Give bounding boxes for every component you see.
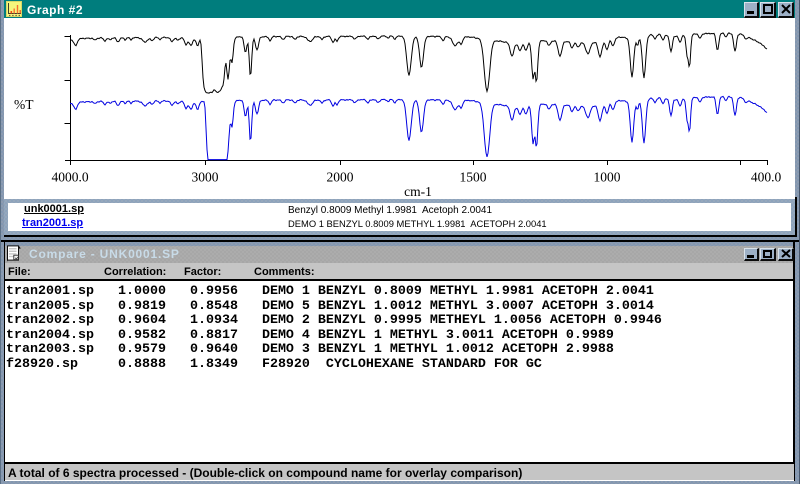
svg-text:%T: %T [14,97,34,112]
svg-text:2000: 2000 [327,170,354,185]
svg-text:1000: 1000 [594,170,621,185]
svg-text:cm-1: cm-1 [404,184,432,199]
svg-text:4000.0: 4000.0 [51,170,88,185]
svg-text:3000: 3000 [192,170,219,185]
svg-text:400.0: 400.0 [751,170,782,185]
svg-text:1500: 1500 [460,170,487,185]
